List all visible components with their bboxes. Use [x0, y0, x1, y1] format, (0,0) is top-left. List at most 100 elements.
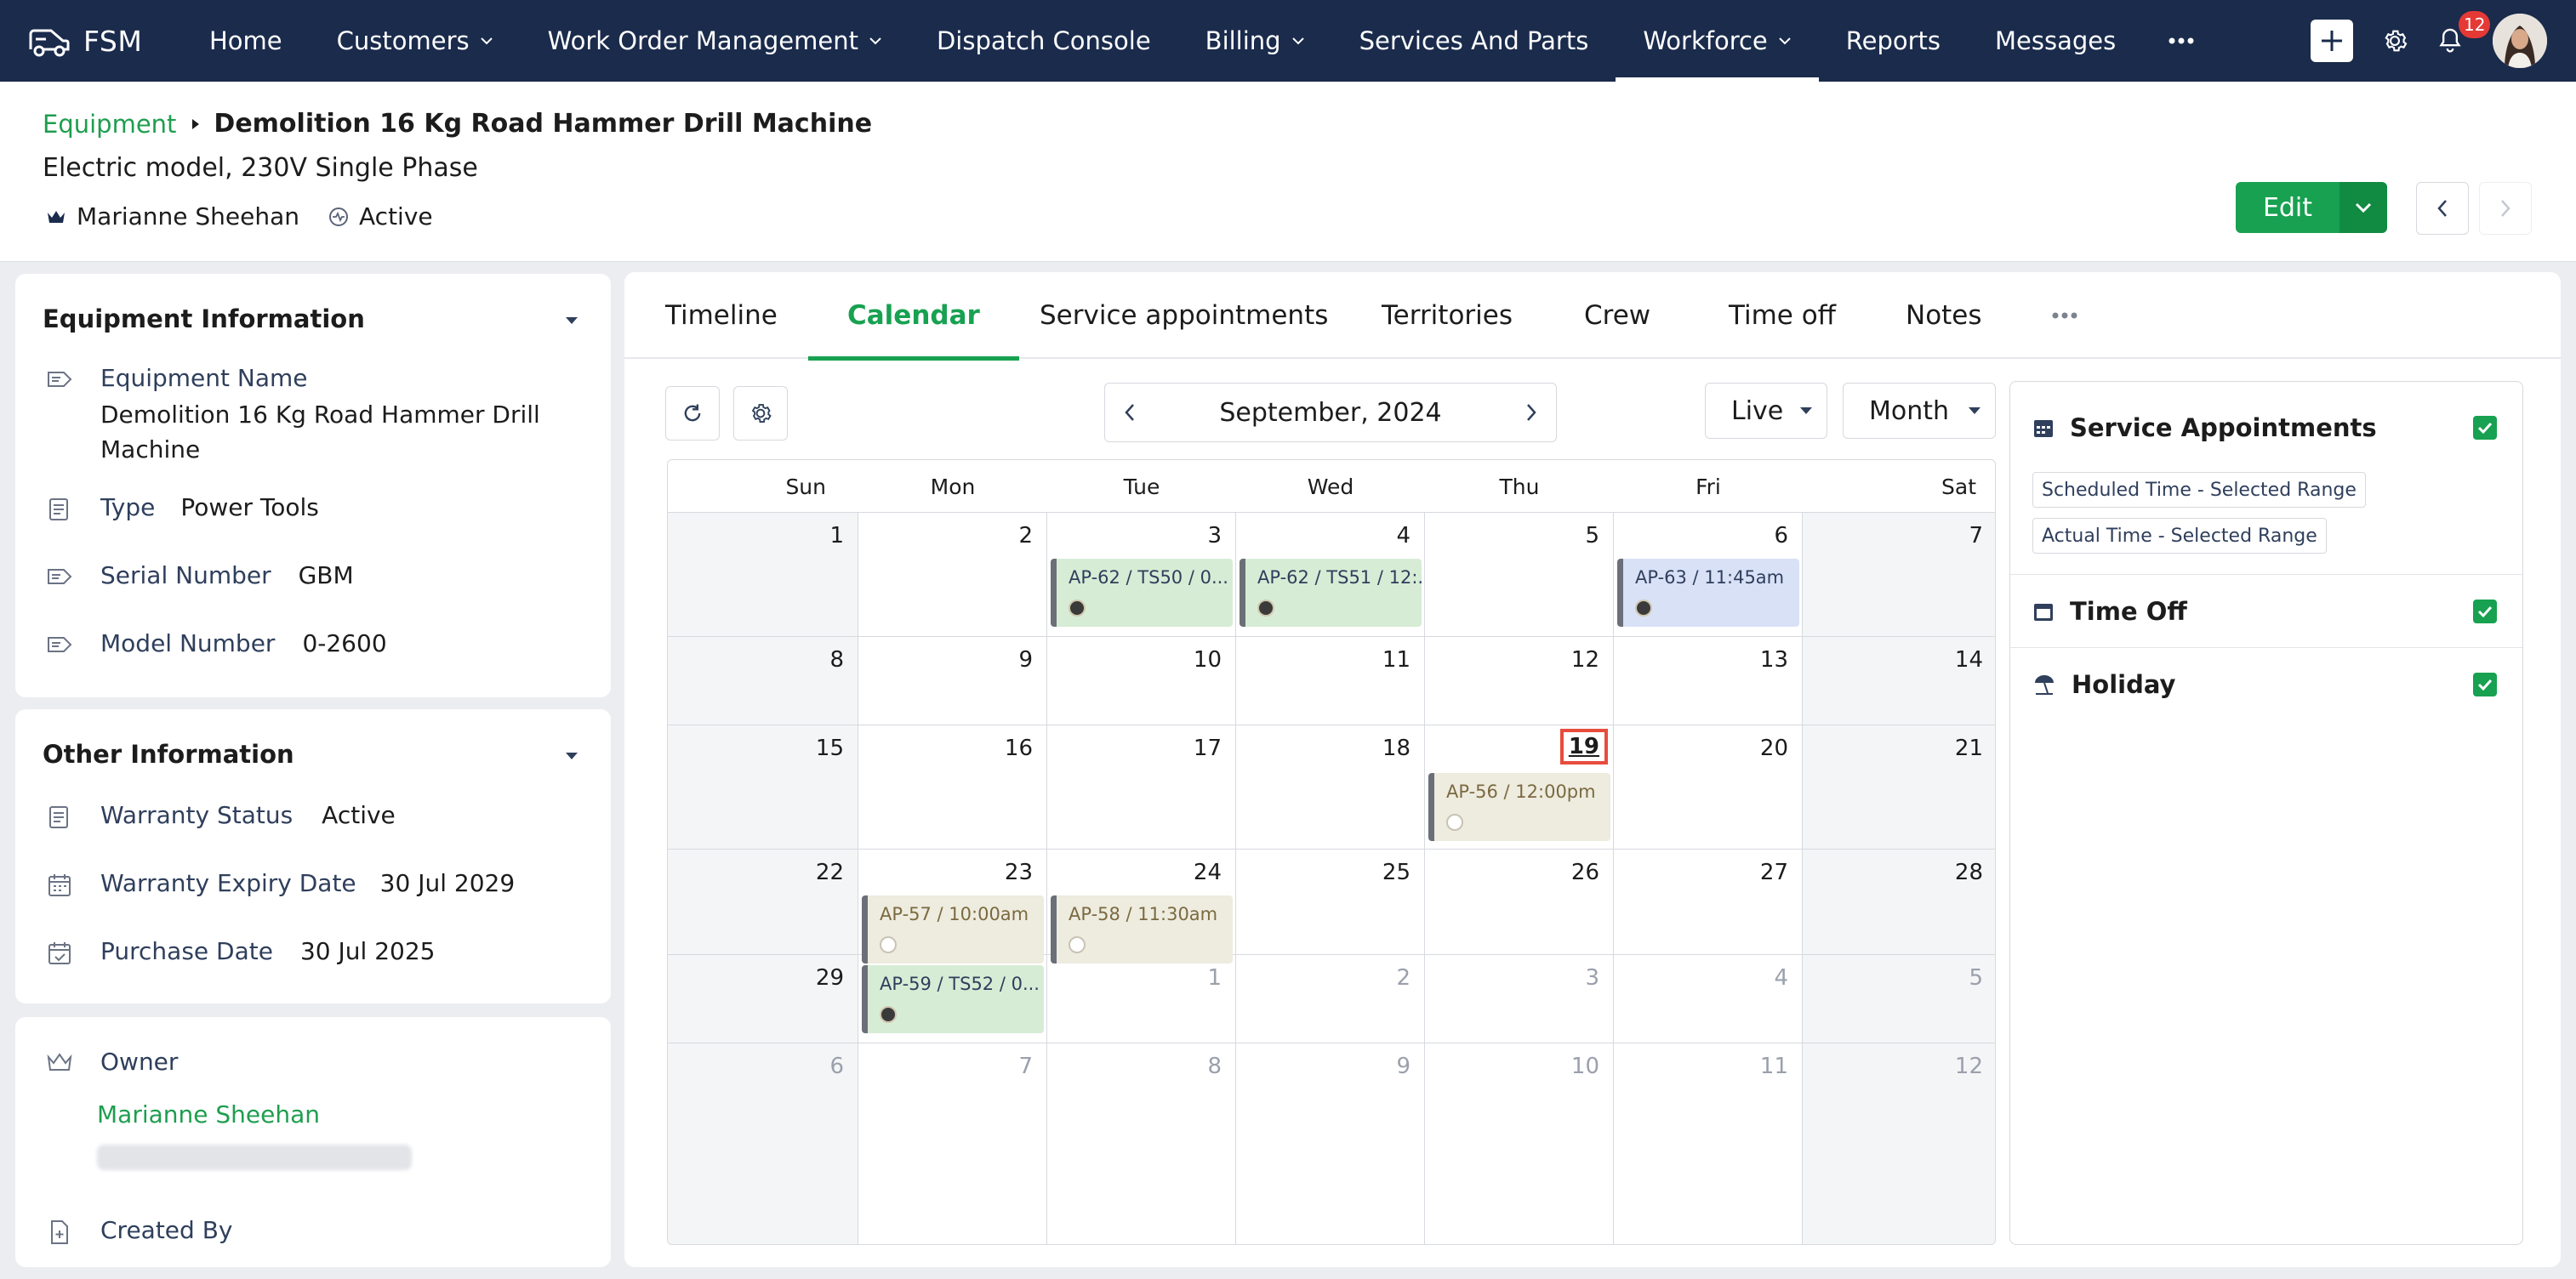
- equipment-name-value-cont: Machine: [100, 435, 201, 463]
- model-number-field: Model Number 0-2600: [46, 629, 387, 657]
- appointment-event[interactable]: AP-58 / 11:30am: [1051, 895, 1233, 964]
- settings-button[interactable]: [2380, 26, 2409, 55]
- app-name: FSM: [83, 24, 143, 58]
- calendar-settings-button[interactable]: [733, 386, 788, 441]
- nav-billing[interactable]: Billing: [1178, 0, 1332, 82]
- calendar-day-cell[interactable]: 1: [1047, 955, 1236, 1043]
- file-add-icon: [51, 1220, 68, 1244]
- calendar-day-cell[interactable]: 20: [1614, 725, 1803, 850]
- calendar-day-cell[interactable]: 8: [668, 637, 858, 725]
- appointment-event[interactable]: AP-56 / 12:00pm: [1428, 773, 1610, 841]
- appointment-event[interactable]: AP-59 / TS52 / 0...: [862, 965, 1044, 1033]
- warranty-status-value: Active: [322, 801, 396, 829]
- calendar-day-cell[interactable]: 26: [1425, 850, 1614, 955]
- calendar-day-cell[interactable]: 10: [1425, 1043, 1614, 1244]
- tab-time-off[interactable]: Time off: [1729, 272, 1836, 359]
- calendar-day-cell[interactable]: 7: [858, 1043, 1047, 1244]
- day-name-3: Wed: [1307, 474, 1354, 499]
- collapse-caret-icon[interactable]: [565, 316, 578, 325]
- tab-timeline[interactable]: Timeline: [665, 272, 778, 359]
- calendar-day-cell[interactable]: 16: [858, 725, 1047, 850]
- record-tabs: Timeline Calendar Service appointments T…: [624, 272, 2561, 361]
- calendar-day-cell[interactable]: 7: [1803, 513, 1995, 637]
- calendar-day-cell[interactable]: 4: [1614, 955, 1803, 1043]
- calendar-day-cell[interactable]: 8: [1047, 1043, 1236, 1244]
- nav-customers[interactable]: Customers: [310, 0, 521, 82]
- tabs-more-button[interactable]: [2052, 272, 2077, 359]
- calendar-day-cell[interactable]: 9: [858, 637, 1047, 725]
- calendar-day-cell[interactable]: 6: [668, 1043, 858, 1244]
- calendar-day-cell[interactable]: 9: [1236, 1043, 1425, 1244]
- nav-home[interactable]: Home: [182, 0, 310, 82]
- refresh-button[interactable]: [665, 386, 720, 441]
- next-record-button[interactable]: [2479, 182, 2532, 235]
- calendar-day-cell[interactable]: 2: [858, 513, 1047, 637]
- calendar-day-cell[interactable]: 2: [1236, 955, 1425, 1043]
- actual-time-tag[interactable]: Actual Time - Selected Range: [2032, 518, 2327, 554]
- notifications-button[interactable]: 12: [2436, 11, 2491, 55]
- tab-territories[interactable]: Territories: [1382, 272, 1513, 359]
- created-by-field: Created By: [46, 1216, 233, 1245]
- calendar-day-cell[interactable]: 12: [1425, 637, 1614, 725]
- day-number: 17: [1193, 736, 1222, 761]
- nav-dispatch-console[interactable]: Dispatch Console: [909, 0, 1178, 82]
- calendar-day-cell[interactable]: 10: [1047, 637, 1236, 725]
- tab-notes[interactable]: Notes: [1906, 272, 1982, 359]
- appointment-event[interactable]: AP-62 / TS51 / 12:...: [1240, 559, 1422, 627]
- app-logo[interactable]: FSM: [27, 24, 182, 58]
- nav-work-order-management[interactable]: Work Order Management: [521, 0, 909, 82]
- calendar-day-cell[interactable]: 28: [1803, 850, 1995, 955]
- calendar-grid-icon: [2034, 420, 2053, 437]
- chevron-right-icon[interactable]: [1525, 403, 1537, 422]
- scheduled-time-tag[interactable]: Scheduled Time - Selected Range: [2032, 472, 2366, 508]
- collapse-caret-icon[interactable]: [565, 752, 578, 760]
- appointment-event[interactable]: AP-57 / 10:00am: [862, 895, 1044, 964]
- breadcrumb-equipment-link[interactable]: Equipment: [43, 110, 176, 139]
- calendar-day-cell[interactable]: 15: [668, 725, 858, 850]
- calendar-check-icon: [48, 942, 71, 964]
- appointment-event[interactable]: AP-63 / 11:45am: [1617, 559, 1799, 627]
- calendar-day-cell[interactable]: 13: [1614, 637, 1803, 725]
- quick-create-button[interactable]: [2311, 20, 2353, 62]
- calendar-day-cell[interactable]: 1: [668, 513, 858, 637]
- calendar-day-cell[interactable]: 18: [1236, 725, 1425, 850]
- tab-calendar[interactable]: Calendar: [808, 272, 1019, 361]
- calendar-day-cell[interactable]: 11: [1614, 1043, 1803, 1244]
- range-mode-select[interactable]: Month: [1843, 383, 1996, 439]
- calendar-day-cell[interactable]: 25: [1236, 850, 1425, 955]
- calendar-day-cell[interactable]: 12: [1803, 1043, 1995, 1244]
- calendar-day-cell[interactable]: 22: [668, 850, 858, 955]
- tab-crew[interactable]: Crew: [1584, 272, 1650, 359]
- nav-label: Workforce: [1643, 26, 1768, 55]
- tab-service-appointments[interactable]: Service appointments: [1040, 272, 1328, 359]
- assignee-avatar: [1069, 936, 1086, 953]
- calendar-day-cell[interactable]: 21: [1803, 725, 1995, 850]
- calendar-day-cell[interactable]: 5: [1425, 513, 1614, 637]
- calendar-day-cell[interactable]: 29: [668, 955, 858, 1043]
- more-nav-button[interactable]: [2143, 0, 2220, 82]
- user-avatar[interactable]: [2493, 14, 2547, 68]
- crown-icon: [47, 1053, 72, 1071]
- holiday-checkbox[interactable]: [2473, 673, 2497, 696]
- previous-record-button[interactable]: [2416, 182, 2469, 235]
- service-appointments-checkbox[interactable]: [2473, 416, 2497, 440]
- nav-workforce[interactable]: Workforce: [1616, 0, 1820, 82]
- edit-button[interactable]: Edit: [2236, 182, 2339, 233]
- calendar-day-cell[interactable]: 3: [1425, 955, 1614, 1043]
- nav-services-and-parts[interactable]: Services And Parts: [1332, 0, 1616, 82]
- appointment-event[interactable]: AP-62 / TS50 / 0...: [1051, 559, 1233, 627]
- view-mode-select[interactable]: Live: [1705, 383, 1827, 439]
- calendar-day-cell[interactable]: 17: [1047, 725, 1236, 850]
- edit-options-dropdown[interactable]: [2339, 182, 2387, 233]
- calendar-day-cell[interactable]: 11: [1236, 637, 1425, 725]
- owner-name-link[interactable]: Marianne Sheehan: [97, 1100, 320, 1128]
- day-number: 28: [1954, 860, 1983, 885]
- nav-messages[interactable]: Messages: [1968, 0, 2143, 82]
- nav-reports[interactable]: Reports: [1819, 0, 1968, 82]
- calendar-day-cell[interactable]: 27: [1614, 850, 1803, 955]
- time-off-checkbox[interactable]: [2473, 600, 2497, 623]
- month-navigator: September, 2024: [1104, 383, 1557, 442]
- calendar-day-cell[interactable]: 14: [1803, 637, 1995, 725]
- calendar-day-cell[interactable]: 5: [1803, 955, 1995, 1043]
- chevron-left-icon[interactable]: [1124, 403, 1136, 422]
